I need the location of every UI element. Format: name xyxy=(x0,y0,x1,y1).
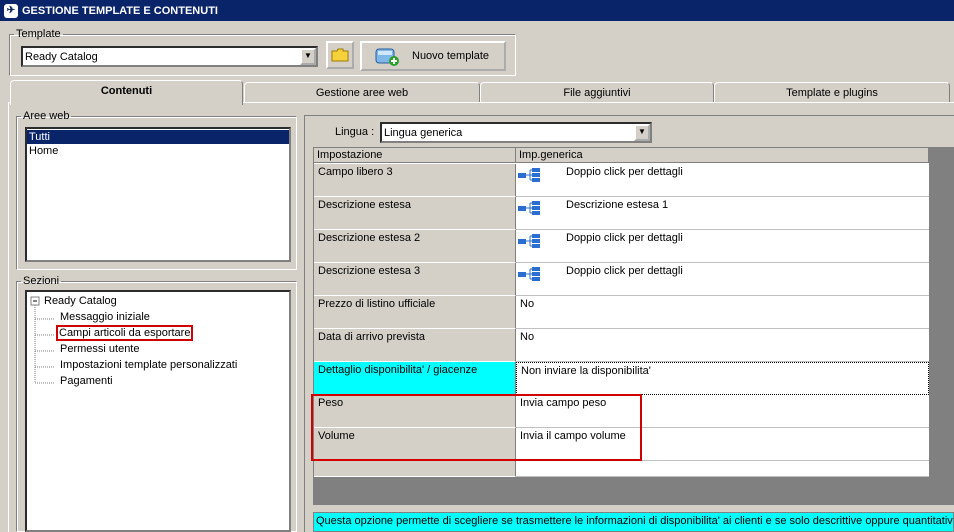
tree-item-campi-articoli[interactable]: Campi articoli da esportare xyxy=(55,325,194,341)
grid-row-value-text: Doppio click per dettagli xyxy=(566,265,683,277)
new-template-label: Nuovo template xyxy=(412,50,490,62)
tree-item-label: Permessi utente xyxy=(60,343,140,355)
grid-row-value-text: Descrizione estesa 1 xyxy=(566,199,669,211)
app-logo-icon: ✈ xyxy=(4,3,18,18)
grid-row-value[interactable]: No xyxy=(516,329,929,362)
grid-row-value[interactable]: Doppio click per dettagli xyxy=(516,263,929,296)
tab-gestione-aree-web[interactable]: Gestione aree web xyxy=(244,82,480,103)
tree-item-root-label: Ready Catalog xyxy=(44,295,117,307)
grid-row-value-text: Doppio click per dettagli xyxy=(566,232,683,244)
grid-row-empty xyxy=(314,461,516,477)
template-select-value: Ready Catalog xyxy=(25,50,98,63)
grid-row-value-text: Doppio click per dettagli xyxy=(566,166,683,178)
tab-label: Contenuti xyxy=(100,85,153,97)
template-legend: Template xyxy=(16,28,61,40)
grid-row-name[interactable]: Data di arrivo prevista xyxy=(314,329,516,362)
lingua-select-value: Lingua generica xyxy=(384,126,463,139)
grid-row-name-selected[interactable]: Dettaglio disponibilita' / giacenze xyxy=(314,362,516,395)
sezioni-tree[interactable]: Ready Catalog Messaggio iniziale Campi a… xyxy=(25,290,291,532)
hierarchy-icon xyxy=(518,168,540,182)
grid-row-value[interactable]: Doppio click per dettagli xyxy=(516,230,929,263)
new-template-button[interactable]: Nuovo template xyxy=(360,41,506,71)
tree-item-label: Campi articoli da esportare xyxy=(55,325,194,341)
window-title: GESTIONE TEMPLATE E CONTENUTI xyxy=(22,4,218,17)
grid-row-value[interactable]: No xyxy=(516,296,929,329)
open-folder-button[interactable] xyxy=(326,41,354,69)
grid-row-empty xyxy=(516,461,929,477)
aree-web-legend: Aree web xyxy=(23,110,70,122)
grid-header-impostazione[interactable]: Impostazione xyxy=(314,148,516,163)
annotation-highlight-box xyxy=(311,394,642,461)
grid-header-imp-generica[interactable]: Imp.generica xyxy=(516,148,929,163)
tab-label: Gestione aree web xyxy=(315,87,409,99)
tree-item-permessi-utente[interactable]: Permessi utente xyxy=(60,341,139,357)
lingua-select[interactable]: Lingua generica ▼ xyxy=(380,122,652,143)
tab-file-aggiuntivi[interactable]: File aggiuntivi xyxy=(480,82,714,103)
new-template-icon xyxy=(375,48,399,66)
hierarchy-icon xyxy=(518,234,540,248)
window-titlebar: ✈ GESTIONE TEMPLATE E CONTENUTI xyxy=(0,0,954,21)
chevron-down-icon[interactable]: ▼ xyxy=(634,124,650,141)
grid-row-name[interactable]: Descrizione estesa 3 xyxy=(314,263,516,296)
list-item[interactable]: Home xyxy=(27,144,289,158)
help-text-bar: Questa opzione permette di scegliere se … xyxy=(313,512,954,532)
tree-item-pagamenti[interactable]: Pagamenti xyxy=(60,373,113,389)
tree-item-label: Pagamenti xyxy=(60,375,113,387)
tree-item-messaggio-iniziale[interactable]: Messaggio iniziale xyxy=(60,309,150,325)
sezioni-legend: Sezioni xyxy=(23,275,60,287)
tab-label: File aggiuntivi xyxy=(563,87,631,99)
tree-item-label: Impostazioni template personalizzati xyxy=(60,359,238,371)
hierarchy-icon xyxy=(518,267,540,281)
grid-row-value[interactable]: Descrizione estesa 1 xyxy=(516,197,929,230)
template-select[interactable]: Ready Catalog ▼ xyxy=(21,46,318,67)
tab-template-e-plugins[interactable]: Template e plugins xyxy=(714,82,950,103)
hierarchy-icon xyxy=(518,201,540,215)
tab-label: Template e plugins xyxy=(786,87,878,99)
tree-item-root[interactable]: Ready Catalog xyxy=(44,293,117,309)
grid-row-value-selected[interactable]: Non inviare la disponibilita' xyxy=(516,362,929,395)
list-item[interactable]: Tutti xyxy=(27,130,289,144)
grid-row-name[interactable]: Descrizione estesa xyxy=(314,197,516,230)
grid-row-name[interactable]: Prezzo di listino ufficiale xyxy=(314,296,516,329)
grid-row-value[interactable]: Doppio click per dettagli xyxy=(516,164,929,197)
grid-row-name[interactable]: Descrizione estesa 2 xyxy=(314,230,516,263)
tab-contenuti[interactable]: Contenuti xyxy=(10,80,243,105)
aree-web-list[interactable]: Tutti Home xyxy=(25,127,291,262)
lingua-label: Lingua : xyxy=(335,126,375,138)
folder-icon xyxy=(331,48,349,62)
grid-row-name[interactable]: Campo libero 3 xyxy=(314,164,516,197)
tree-item-impostazioni-template[interactable]: Impostazioni template personalizzati xyxy=(60,357,237,373)
help-text: Questa opzione permette di scegliere se … xyxy=(316,515,954,527)
tree-item-label: Messaggio iniziale xyxy=(60,311,150,323)
chevron-down-icon[interactable]: ▼ xyxy=(300,48,316,65)
